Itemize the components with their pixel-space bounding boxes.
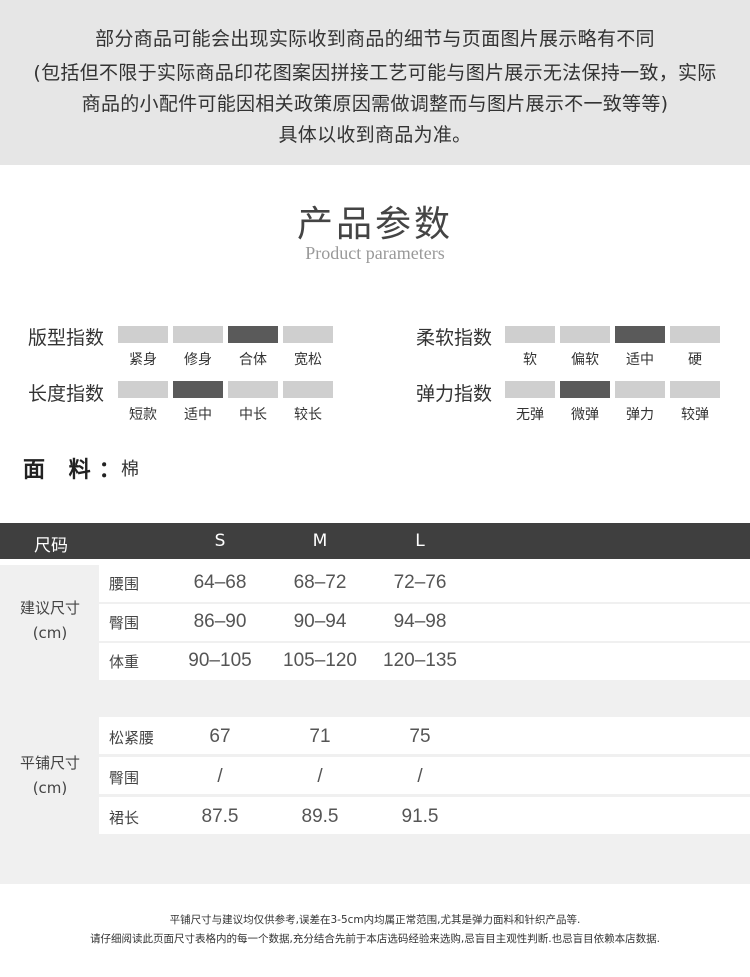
size-header-s: S xyxy=(214,531,226,551)
notice-line-2: (包括但不限于实际商品印花图案因拼接工艺可能与图片展示无法保持一致，实际 xyxy=(33,62,717,84)
size-header-m: M xyxy=(312,531,328,551)
length-index-segment-3 xyxy=(228,381,278,398)
cell-weight-l: 120–135 xyxy=(383,650,457,671)
fit-index-option-2: 修身 xyxy=(184,352,212,368)
fit-index-option-4: 宽松 xyxy=(294,352,322,368)
elasticity-index-segment-1 xyxy=(505,381,555,398)
elasticity-index-option-3: 弹力 xyxy=(626,407,654,423)
cell-waist-m: 68–72 xyxy=(293,572,347,593)
length-index-option-3: 中长 xyxy=(239,407,267,423)
softness-index-segment-3 xyxy=(615,326,665,343)
length-index-segment-1 xyxy=(118,381,168,398)
softness-index-option-1: 软 xyxy=(523,352,537,368)
footer-note-2: 请仔细阅读此页面尺寸表格内的每一个数据,充分结合先前于本店选码经验来选购,忌盲目… xyxy=(90,933,660,945)
length-index-option-1: 短款 xyxy=(129,407,157,423)
cell-weight-m: 105–120 xyxy=(283,650,357,671)
cell-flat-hip-l: / xyxy=(417,766,423,787)
fit-index-label: 版型指数 xyxy=(28,327,105,349)
cell-hip-l: 94–98 xyxy=(393,611,447,632)
elasticity-index-segment-3 xyxy=(615,381,665,398)
notice-banner: 部分商品可能会出现实际收到商品的细节与页面图片展示略有不同 (包括但不限于实际商… xyxy=(0,0,750,165)
length-index-option-4: 较长 xyxy=(294,407,322,423)
fit-index-option-3: 合体 xyxy=(239,352,267,368)
elasticity-index-option-4: 较弹 xyxy=(681,407,709,423)
elasticity-index-option-2: 微弹 xyxy=(571,407,599,423)
elasticity-index-option-1: 无弹 xyxy=(516,407,544,423)
length-index-segment-4 xyxy=(283,381,333,398)
elasticity-index-label: 弹力指数 xyxy=(416,383,493,405)
fit-index-segment-2 xyxy=(173,326,223,343)
row-label-hip: 臀围 xyxy=(109,614,140,632)
cell-skirt-length-s: 87.5 xyxy=(201,806,239,827)
cell-hip-m: 90–94 xyxy=(293,611,347,632)
cell-skirt-length-m: 89.5 xyxy=(301,806,339,827)
cell-skirt-length-l: 91.5 xyxy=(401,806,439,827)
row-label-waist: 腰围 xyxy=(109,575,140,593)
length-index-option-2: 适中 xyxy=(184,407,212,423)
softness-index-option-3: 适中 xyxy=(626,352,654,368)
cell-elastic-waist-l: 75 xyxy=(409,726,431,747)
length-index-label: 长度指数 xyxy=(28,383,105,405)
notice-line-4: 具体以收到商品为准。 xyxy=(278,124,472,146)
row-label-elastic-waist: 松紧腰 xyxy=(109,729,155,747)
fit-index-segment-1 xyxy=(118,326,168,343)
section-title: 产品参数 xyxy=(296,204,453,245)
softness-index-option-4: 硬 xyxy=(688,352,702,368)
softness-index-segment-1 xyxy=(505,326,555,343)
row-label-flat-hip: 臀围 xyxy=(109,769,140,787)
suggested-size-label-line1: 建议尺寸 xyxy=(19,599,80,617)
flat-size-label-line2: (cm) xyxy=(32,779,68,797)
elasticity-index-segment-2 xyxy=(560,381,610,398)
row-label-weight: 体重 xyxy=(109,653,140,671)
fit-index-segment-4 xyxy=(283,326,333,343)
softness-index-segment-2 xyxy=(560,326,610,343)
softness-index-segment-4 xyxy=(670,326,720,343)
flat-size-label-line1: 平铺尺寸 xyxy=(19,754,80,772)
cell-elastic-waist-s: 67 xyxy=(209,726,231,747)
softness-index-option-2: 偏软 xyxy=(571,352,599,368)
cell-hip-s: 86–90 xyxy=(193,611,247,632)
cell-weight-s: 90–105 xyxy=(188,650,252,671)
elasticity-index-segment-4 xyxy=(670,381,720,398)
cell-elastic-waist-m: 71 xyxy=(309,726,331,747)
cell-flat-hip-s: / xyxy=(217,766,223,787)
fit-index-option-1: 紧身 xyxy=(129,352,157,368)
cell-flat-hip-m: / xyxy=(317,766,323,787)
cell-waist-l: 72–76 xyxy=(393,572,447,593)
length-index-segment-2 xyxy=(173,381,223,398)
row-label-skirt-length: 裙长 xyxy=(109,809,140,827)
section-subtitle: Product parameters xyxy=(305,243,445,263)
softness-index-label: 柔软指数 xyxy=(416,327,493,349)
fabric-label: 面 料： xyxy=(23,457,129,483)
flat-size-label: 平铺尺寸 (cm) xyxy=(0,751,100,801)
notice-line-3: 商品的小配件可能因相关政策原因需做调整而与图片展示不一致等等) xyxy=(81,93,669,115)
footer-note-1: 平铺尺寸与建议均仅供参考,误差在3-5cm内均属正常范围,尤其是弹力面料和针织产… xyxy=(169,914,581,926)
suggested-size-label: 建议尺寸 (cm) xyxy=(0,596,100,646)
fit-index-segment-3 xyxy=(228,326,278,343)
size-table-header: 尺码 S M L xyxy=(0,523,750,559)
cell-waist-s: 64–68 xyxy=(193,572,247,593)
size-header-l: L xyxy=(415,531,425,551)
notice-line-1: 部分商品可能会出现实际收到商品的细节与页面图片展示略有不同 xyxy=(95,28,655,50)
size-header-label: 尺码 xyxy=(34,536,68,556)
fabric-value: 棉 xyxy=(121,459,139,480)
suggested-size-label-line2: (cm) xyxy=(32,624,68,642)
